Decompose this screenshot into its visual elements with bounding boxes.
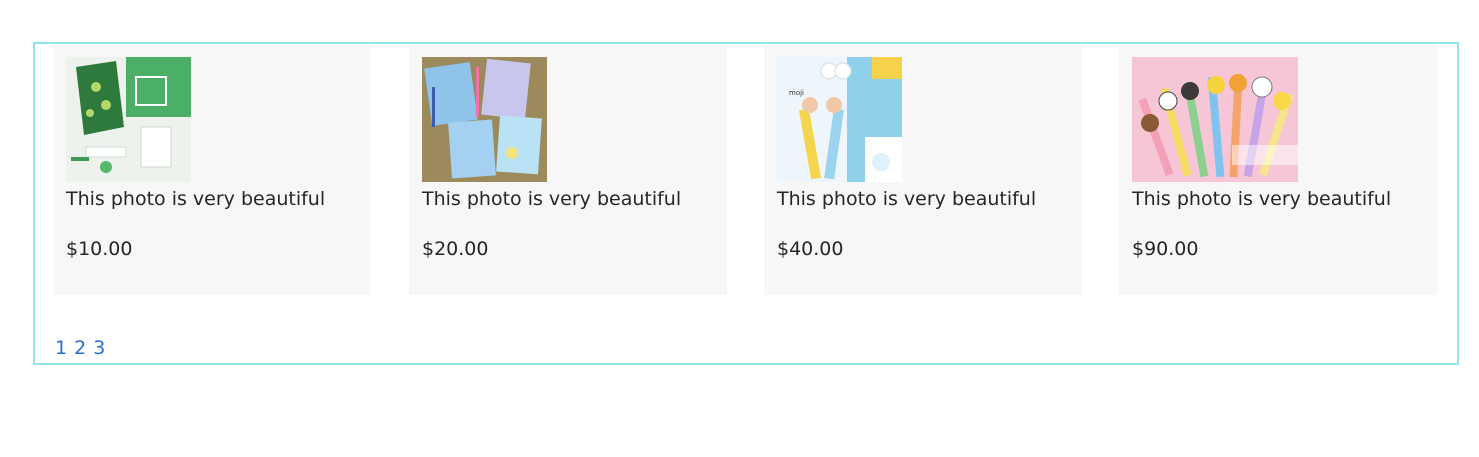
green-stationery-photo [66, 57, 191, 182]
multicolor-pens-photo: moji [777, 57, 902, 182]
product-price: $10.00 [66, 238, 133, 260]
product-caption: This photo is very beautiful [1132, 188, 1392, 210]
product-price: $20.00 [422, 238, 489, 260]
character-pens-photo [1132, 57, 1298, 182]
svg-text:moji: moji [789, 89, 804, 97]
product-caption: This photo is very beautiful [66, 188, 326, 210]
product-gallery-frame: This photo is very beautiful $10.00 This… [33, 42, 1459, 365]
product-image[interactable]: moji [777, 57, 902, 182]
product-caption: This photo is very beautiful [777, 188, 1037, 210]
page-link-3[interactable]: 3 [93, 337, 105, 359]
product-card[interactable]: This photo is very beautiful $10.00 [53, 46, 371, 295]
product-price: $40.00 [777, 238, 844, 260]
product-card[interactable]: This photo is very beautiful $90.00 [1119, 46, 1437, 295]
product-image[interactable] [1132, 57, 1298, 182]
page-link-2[interactable]: 2 [74, 337, 86, 359]
pagination: 123 [55, 336, 112, 360]
product-caption: This photo is very beautiful [422, 188, 682, 210]
page-link-1[interactable]: 1 [55, 337, 67, 359]
product-price: $90.00 [1132, 238, 1199, 260]
blue-notebooks-photo [422, 57, 547, 182]
product-grid: This photo is very beautiful $10.00 This… [53, 46, 1439, 295]
product-card[interactable]: moji This photo is very beautiful $40.00 [764, 46, 1082, 295]
product-image[interactable] [422, 57, 547, 182]
product-card[interactable]: This photo is very beautiful $20.00 [409, 46, 727, 295]
product-image[interactable] [66, 57, 191, 182]
